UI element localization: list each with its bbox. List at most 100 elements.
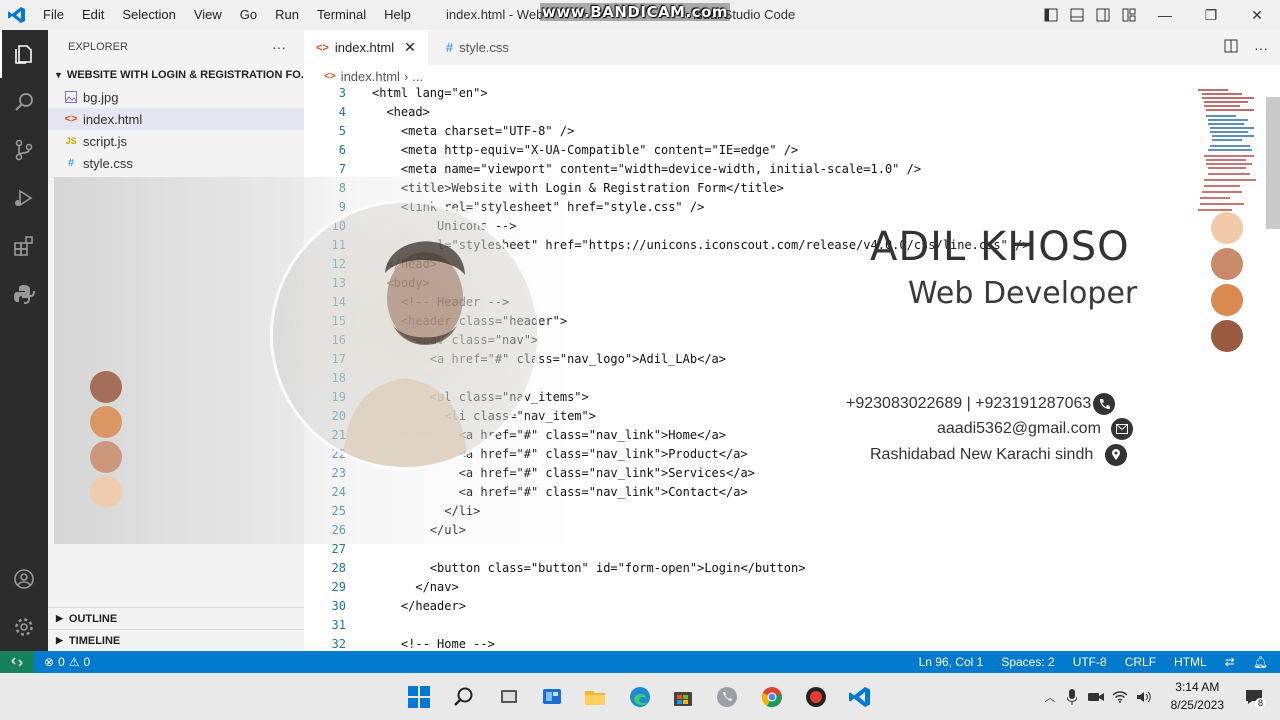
code-line[interactable]: 24 <a href="#" class="nav_link">Contact<… bbox=[304, 482, 748, 501]
code-line[interactable]: 7 <meta name="viewport" content="width=d… bbox=[304, 159, 921, 178]
toggle-sidebar-icon[interactable] bbox=[1038, 0, 1064, 30]
search-icon[interactable] bbox=[0, 78, 48, 126]
wifi-icon[interactable] bbox=[1108, 690, 1132, 703]
file-index-html[interactable]: <> index.html bbox=[48, 108, 304, 130]
status-bar-right: Ln 96, Col 1 Spaces: 2 UTF-8 CRLF HTML ⇄… bbox=[919, 651, 1268, 673]
bandicam-record-icon[interactable] bbox=[801, 682, 831, 712]
email-text: aaadi5362@gmail.com bbox=[937, 420, 1101, 437]
code-line[interactable]: 27 bbox=[304, 539, 372, 558]
widgets-icon[interactable] bbox=[537, 682, 567, 712]
file-style-css[interactable]: # style.css bbox=[48, 152, 304, 174]
toggle-secondary-sidebar-icon[interactable] bbox=[1090, 0, 1116, 30]
customize-layout-icon[interactable] bbox=[1116, 0, 1142, 30]
tab-index-html[interactable]: <> index.html ✕ bbox=[304, 30, 428, 65]
explorer-icon[interactable] bbox=[0, 30, 48, 78]
html-file-icon: <> bbox=[316, 41, 329, 54]
line-number: 4 bbox=[338, 104, 346, 119]
close-tab-icon[interactable]: ✕ bbox=[404, 39, 416, 56]
line-code: <html lang="en"> bbox=[372, 87, 488, 100]
palette-dot bbox=[90, 441, 122, 473]
microphone-icon[interactable] bbox=[1060, 688, 1084, 705]
timeline-section[interactable]: ▶ TIMELINE bbox=[48, 629, 304, 651]
explorer-title: EXPLORER bbox=[68, 41, 128, 53]
vscode-taskbar-icon[interactable] bbox=[845, 682, 875, 712]
source-control-icon[interactable] bbox=[0, 126, 48, 174]
menu-selection[interactable]: Selection bbox=[113, 0, 184, 30]
close-window-icon[interactable]: ✕ bbox=[1234, 0, 1280, 30]
split-editor-icon[interactable] bbox=[1224, 39, 1238, 56]
code-line[interactable]: 32 <!-- Home --> bbox=[304, 634, 495, 651]
workspace-folder[interactable]: ▼ WEBSITE WITH LOGIN & REGISTRATION FO..… bbox=[48, 64, 304, 86]
code-line[interactable]: 29 </nav> bbox=[304, 577, 459, 596]
settings-gear-icon[interactable] bbox=[0, 603, 48, 651]
more-actions-icon[interactable]: ··· bbox=[272, 39, 286, 55]
notifications-bell-icon[interactable]: 🔔︎ bbox=[1253, 655, 1268, 669]
code-line[interactable]: 4 <head> bbox=[304, 102, 430, 121]
end-of-line[interactable]: CRLF bbox=[1125, 655, 1156, 669]
breadcrumb-rest[interactable]: ... bbox=[412, 69, 423, 84]
menu-help[interactable]: Help bbox=[375, 0, 420, 30]
line-number: 6 bbox=[338, 142, 346, 157]
code-line[interactable]: 3 <html lang="en"> bbox=[304, 87, 488, 102]
tab-style-css[interactable]: # style.css bbox=[428, 30, 521, 65]
menu-go[interactable]: Go bbox=[231, 0, 266, 30]
code-line[interactable]: 26 </ul> bbox=[304, 520, 466, 539]
encoding[interactable]: UTF-8 bbox=[1073, 655, 1107, 669]
edge-browser-icon[interactable] bbox=[625, 682, 655, 712]
menu-edit[interactable]: Edit bbox=[73, 0, 113, 30]
language-mode[interactable]: HTML bbox=[1174, 655, 1207, 669]
menu-terminal[interactable]: Terminal bbox=[308, 0, 375, 30]
menu-view[interactable]: View bbox=[185, 0, 231, 30]
notification-center-icon[interactable]: 8 bbox=[1242, 685, 1266, 709]
menu-file[interactable]: File bbox=[34, 0, 73, 30]
restore-icon[interactable]: ❐ bbox=[1188, 0, 1234, 30]
file-bg-jpg[interactable]: bg.jpg bbox=[48, 86, 304, 108]
chevron-up-icon[interactable]: ︿ bbox=[1040, 689, 1060, 705]
account-icon[interactable] bbox=[0, 555, 48, 603]
line-number: 32 bbox=[331, 636, 346, 651]
python-icon[interactable] bbox=[0, 270, 48, 318]
menu-run[interactable]: Run bbox=[266, 0, 308, 30]
microsoft-store-icon[interactable] bbox=[668, 682, 698, 712]
taskbar-clock[interactable]: 3:14 AM 8/25/2023 bbox=[1171, 678, 1224, 714]
volume-icon[interactable] bbox=[1132, 691, 1156, 703]
code-line[interactable]: 6 <meta http-equiv="X-UA-Compatible" con… bbox=[304, 140, 799, 159]
outline-section[interactable]: ▶ OUTLINE bbox=[48, 607, 304, 629]
camera-icon[interactable] bbox=[1084, 691, 1108, 703]
code-line[interactable]: 5 <meta charset="UTF-8" /> bbox=[304, 121, 575, 140]
run-debug-icon[interactable] bbox=[0, 174, 48, 222]
toggle-panel-icon[interactable] bbox=[1064, 0, 1090, 30]
cursor-position[interactable]: Ln 96, Col 1 bbox=[919, 655, 984, 669]
breadcrumb-file[interactable]: index.html bbox=[341, 69, 400, 84]
chevron-right-icon: ▶ bbox=[56, 613, 63, 623]
code-line[interactable]: 30 </header> bbox=[304, 596, 466, 615]
indentation[interactable]: Spaces: 2 bbox=[1001, 655, 1054, 669]
line-number: 5 bbox=[338, 123, 346, 138]
whatsapp-icon[interactable] bbox=[712, 682, 742, 712]
task-view-icon[interactable] bbox=[494, 682, 524, 712]
error-icon: ⊗ bbox=[44, 655, 55, 669]
menu-bar: File Edit Selection View Go Run Terminal… bbox=[34, 0, 420, 30]
palette-dot bbox=[90, 476, 122, 508]
line-code: <title>Website with Login & Registration… bbox=[372, 180, 784, 195]
problems-indicator[interactable]: ⊗ 0 ⚠ 0 bbox=[34, 655, 100, 669]
code-line[interactable]: 31 bbox=[304, 615, 372, 634]
minimize-icon[interactable]: — bbox=[1142, 0, 1188, 30]
file-script-js[interactable]: JS script.js bbox=[48, 130, 304, 152]
feedback-icon[interactable]: ⇄ bbox=[1225, 655, 1235, 669]
file-explorer-icon[interactable] bbox=[580, 682, 610, 712]
line-number: 7 bbox=[338, 161, 346, 176]
scrollbar-thumb[interactable] bbox=[1266, 97, 1280, 229]
code-line[interactable]: 8 <title>Website with Login & Registrati… bbox=[304, 178, 784, 197]
file-label: script.js bbox=[83, 133, 128, 149]
search-icon[interactable] bbox=[449, 682, 479, 712]
more-actions-icon[interactable]: ··· bbox=[1254, 40, 1268, 56]
windows-start-icon[interactable] bbox=[404, 682, 434, 712]
chrome-browser-icon[interactable] bbox=[757, 682, 787, 712]
code-line[interactable]: 25 </li> bbox=[304, 501, 481, 520]
minimap[interactable] bbox=[1194, 87, 1266, 217]
line-code: </header> bbox=[372, 598, 466, 613]
code-line[interactable]: 28 <button class="button" id="form-open"… bbox=[304, 558, 806, 577]
extensions-icon[interactable] bbox=[0, 222, 48, 270]
remote-indicator-icon[interactable] bbox=[0, 651, 34, 673]
